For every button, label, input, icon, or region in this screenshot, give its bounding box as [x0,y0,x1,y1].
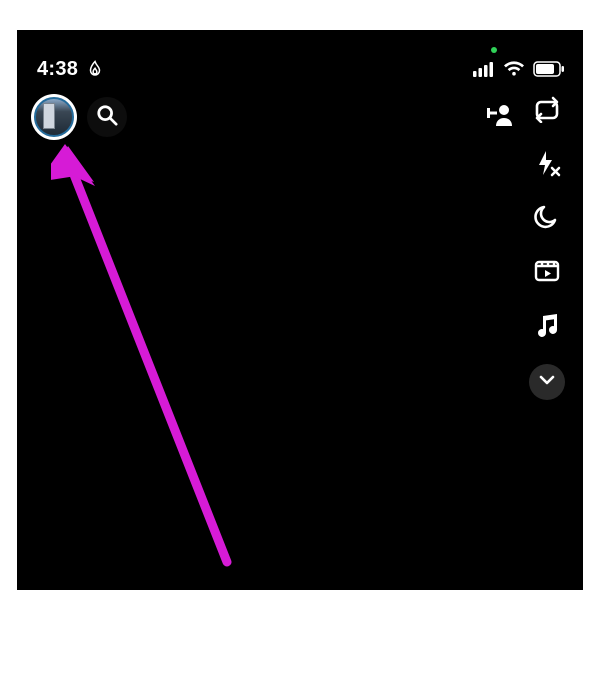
annotation-arrow [51,144,241,574]
search-button[interactable] [87,97,127,137]
status-bar: 4:38 [17,54,583,84]
flash-off-icon [533,149,561,182]
expand-tools-button[interactable] [529,364,565,400]
profile-avatar[interactable] [31,94,77,140]
avatar-image [34,97,74,137]
flip-camera-button[interactable] [530,94,564,128]
top-bar [17,92,583,142]
add-friend-icon [487,104,513,131]
app-screen: 4:38 [17,30,583,590]
flash-button[interactable] [530,148,564,182]
cellular-signal-icon [473,61,495,77]
night-mode-icon [533,203,561,236]
night-mode-button[interactable] [530,202,564,236]
top-bar-left [31,94,127,140]
search-icon [96,104,118,131]
camera-tools-rail [525,94,569,400]
music-button[interactable] [530,310,564,344]
music-icon [533,311,561,344]
flip-camera-icon [533,95,561,128]
video-clip-button[interactable] [530,256,564,290]
streak-icon [86,60,104,78]
wifi-icon [503,61,525,77]
chevron-down-icon [538,371,556,394]
camera-privacy-dot-icon [491,47,497,53]
video-clip-icon [533,257,561,290]
add-friend-button[interactable] [483,100,517,134]
battery-icon [533,61,565,77]
status-time: 4:38 [37,58,78,81]
status-bar-right [473,61,565,77]
status-bar-left: 4:38 [37,58,104,81]
